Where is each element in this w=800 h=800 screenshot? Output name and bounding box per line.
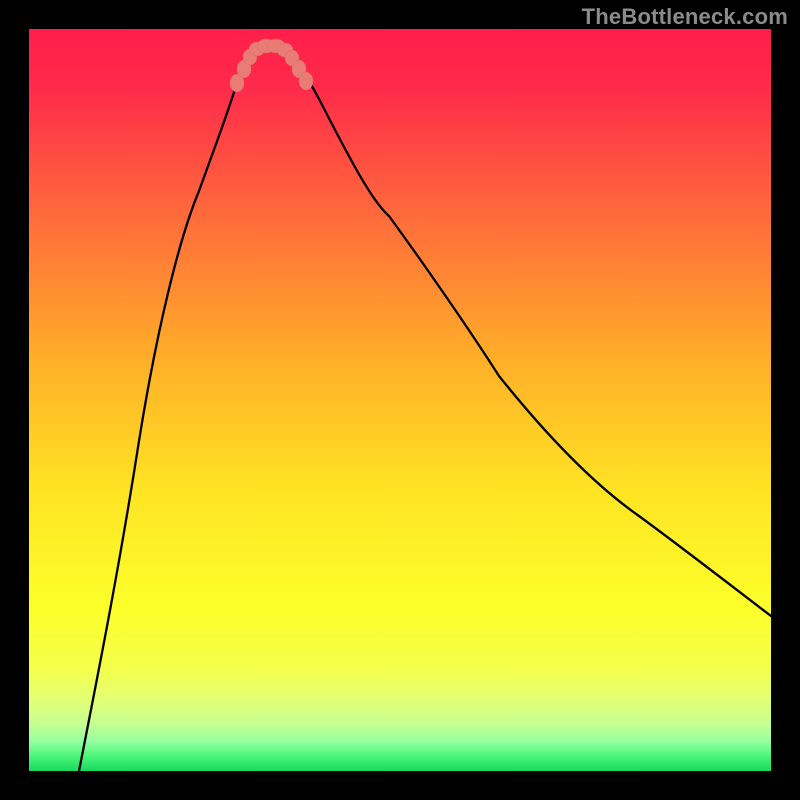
gradient-background [29, 29, 771, 771]
marker-dot [299, 72, 313, 90]
bottleneck-chart [29, 29, 771, 771]
watermark-text: TheBottleneck.com [582, 4, 788, 30]
chart-frame: TheBottleneck.com [0, 0, 800, 800]
